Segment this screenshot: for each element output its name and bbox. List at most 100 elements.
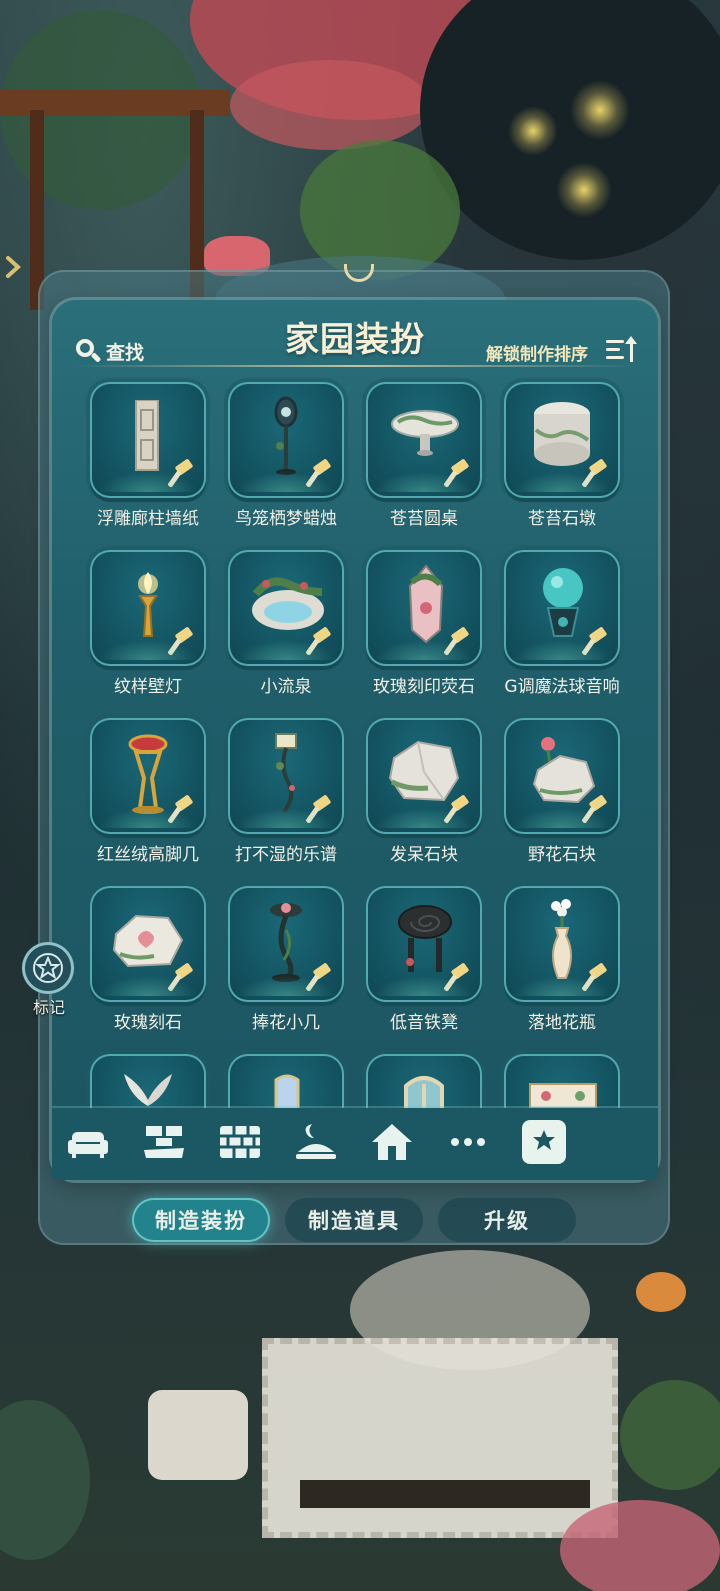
craft-hammer-icon bbox=[443, 962, 472, 992]
category-favorites[interactable] bbox=[522, 1120, 566, 1164]
rose-carved-stone-icon bbox=[112, 914, 184, 968]
item-tile[interactable] bbox=[90, 886, 206, 1002]
music-score-stand-icon bbox=[275, 733, 297, 814]
item-card[interactable]: 野花石块 bbox=[500, 708, 624, 868]
craft-hammer-icon bbox=[167, 794, 196, 824]
magic-orb-speaker-icon bbox=[543, 568, 583, 637]
firefly-glow bbox=[556, 162, 612, 218]
item-tile[interactable] bbox=[366, 1054, 482, 1108]
item-card[interactable]: 苍苔石墩 bbox=[500, 372, 624, 532]
tab-upgrade[interactable]: 升级 bbox=[438, 1198, 576, 1242]
item-card[interactable]: 苍苔圆桌 bbox=[362, 372, 486, 532]
item-card[interactable]: G调魔法球音响 bbox=[500, 540, 624, 700]
item-card[interactable]: 纹样壁灯 bbox=[86, 540, 210, 700]
item-card[interactable]: 打不湿的乐谱 bbox=[224, 708, 348, 868]
bouquet-side-table-icon bbox=[270, 903, 302, 982]
item-label: 纹样壁灯 bbox=[114, 677, 182, 697]
sort-icon[interactable] bbox=[604, 336, 638, 364]
item-card[interactable]: 落地花瓶 bbox=[500, 876, 624, 1036]
item-label: G调魔法球音响 bbox=[504, 677, 620, 697]
sort-by-unlock-button[interactable]: 解锁制作排序 bbox=[470, 340, 588, 365]
craft-hammer-icon bbox=[443, 794, 472, 824]
item-card[interactable]: 低音铁凳 bbox=[362, 876, 486, 1036]
star-icon bbox=[33, 953, 63, 983]
craft-hammer-icon bbox=[443, 458, 472, 488]
armchair bbox=[148, 1390, 248, 1480]
item-card[interactable] bbox=[500, 1044, 624, 1108]
floor-rug bbox=[262, 1338, 618, 1538]
item-tile[interactable] bbox=[504, 886, 620, 1002]
craft-hammer-icon bbox=[581, 458, 610, 488]
chevron-right-icon[interactable] bbox=[2, 254, 24, 280]
item-tile[interactable] bbox=[228, 1054, 344, 1108]
item-card[interactable]: 鸟笼栖梦蜡烛 bbox=[224, 372, 348, 532]
category-wall[interactable] bbox=[218, 1120, 262, 1164]
small-spring-icon bbox=[252, 577, 324, 630]
item-card[interactable] bbox=[224, 1044, 348, 1108]
item-card[interactable]: 捧花小几 bbox=[224, 876, 348, 1036]
header-divider bbox=[74, 365, 634, 367]
item-label: 野花石块 bbox=[528, 845, 596, 865]
search-button[interactable]: 查找 bbox=[74, 334, 144, 368]
item-tile[interactable] bbox=[228, 718, 344, 834]
category-floor[interactable] bbox=[142, 1120, 186, 1164]
relief-column-wallpaper-icon bbox=[135, 400, 159, 471]
item-label: 玫瑰刻印荧石 bbox=[373, 677, 475, 697]
item-tile[interactable] bbox=[228, 886, 344, 1002]
background-tree bbox=[420, 0, 720, 260]
item-label: 苍苔圆桌 bbox=[390, 509, 458, 529]
favorite-star-icon bbox=[528, 1124, 560, 1160]
item-tile[interactable] bbox=[366, 886, 482, 1002]
item-card[interactable] bbox=[362, 1044, 486, 1108]
daydream-rock-icon bbox=[388, 740, 460, 802]
floor-tile-icon bbox=[144, 1126, 184, 1158]
item-label: 低音铁凳 bbox=[390, 1013, 458, 1033]
flower-bush bbox=[560, 1500, 720, 1591]
night-light-icon bbox=[296, 1124, 336, 1159]
rose-fluorite-icon bbox=[408, 564, 444, 644]
craft-hammer-icon bbox=[581, 962, 610, 992]
item-tile[interactable] bbox=[504, 382, 620, 498]
item-tile[interactable] bbox=[228, 382, 344, 498]
item-tile[interactable] bbox=[504, 1054, 620, 1108]
wall-brick-icon bbox=[220, 1126, 260, 1158]
house-icon bbox=[372, 1124, 412, 1160]
category-lighting[interactable] bbox=[294, 1120, 338, 1164]
item-card[interactable]: 红丝绒高脚几 bbox=[86, 708, 210, 868]
item-card[interactable]: 发呆石块 bbox=[362, 708, 486, 868]
craft-hammer-icon bbox=[581, 794, 610, 824]
patterned-wall-lamp-icon bbox=[138, 572, 158, 637]
item-label: 苍苔石墩 bbox=[528, 509, 596, 529]
item-card[interactable]: 玫瑰刻石 bbox=[86, 876, 210, 1036]
item-card[interactable]: 浮雕廊柱墙纸 bbox=[86, 372, 210, 532]
item-card[interactable]: 小流泉 bbox=[224, 540, 348, 700]
item-label: 打不湿的乐谱 bbox=[235, 845, 337, 865]
category-building[interactable] bbox=[370, 1120, 414, 1164]
item-tile[interactable] bbox=[90, 1054, 206, 1108]
item-card[interactable] bbox=[86, 1044, 210, 1108]
item-tile[interactable] bbox=[504, 718, 620, 834]
sofa-icon bbox=[68, 1132, 108, 1158]
tab-craft-tools[interactable]: 制造道具 bbox=[285, 1198, 423, 1242]
craft-hammer-icon bbox=[167, 458, 196, 488]
item-tile[interactable] bbox=[366, 718, 482, 834]
mirror-panel-icon bbox=[274, 1074, 300, 1108]
tab-craft-decor[interactable]: 制造装扮 bbox=[132, 1198, 270, 1242]
item-tile[interactable] bbox=[504, 550, 620, 666]
category-furniture[interactable] bbox=[66, 1120, 110, 1164]
category-more[interactable] bbox=[446, 1120, 490, 1164]
item-tile[interactable] bbox=[228, 550, 344, 666]
velvet-tall-table-icon bbox=[128, 734, 168, 814]
item-label: 捧花小几 bbox=[252, 1013, 320, 1033]
item-tile[interactable] bbox=[366, 382, 482, 498]
item-card[interactable]: 玫瑰刻印荧石 bbox=[362, 540, 486, 700]
item-label: 落地花瓶 bbox=[528, 1013, 596, 1033]
item-tile[interactable] bbox=[366, 550, 482, 666]
mark-button[interactable] bbox=[22, 942, 74, 994]
item-tile[interactable] bbox=[90, 550, 206, 666]
item-label: 发呆石块 bbox=[390, 845, 458, 865]
panel-title: 家园装扮 bbox=[285, 320, 425, 360]
item-label: 红丝绒高脚几 bbox=[97, 845, 199, 865]
item-tile[interactable] bbox=[90, 718, 206, 834]
item-tile[interactable] bbox=[90, 382, 206, 498]
